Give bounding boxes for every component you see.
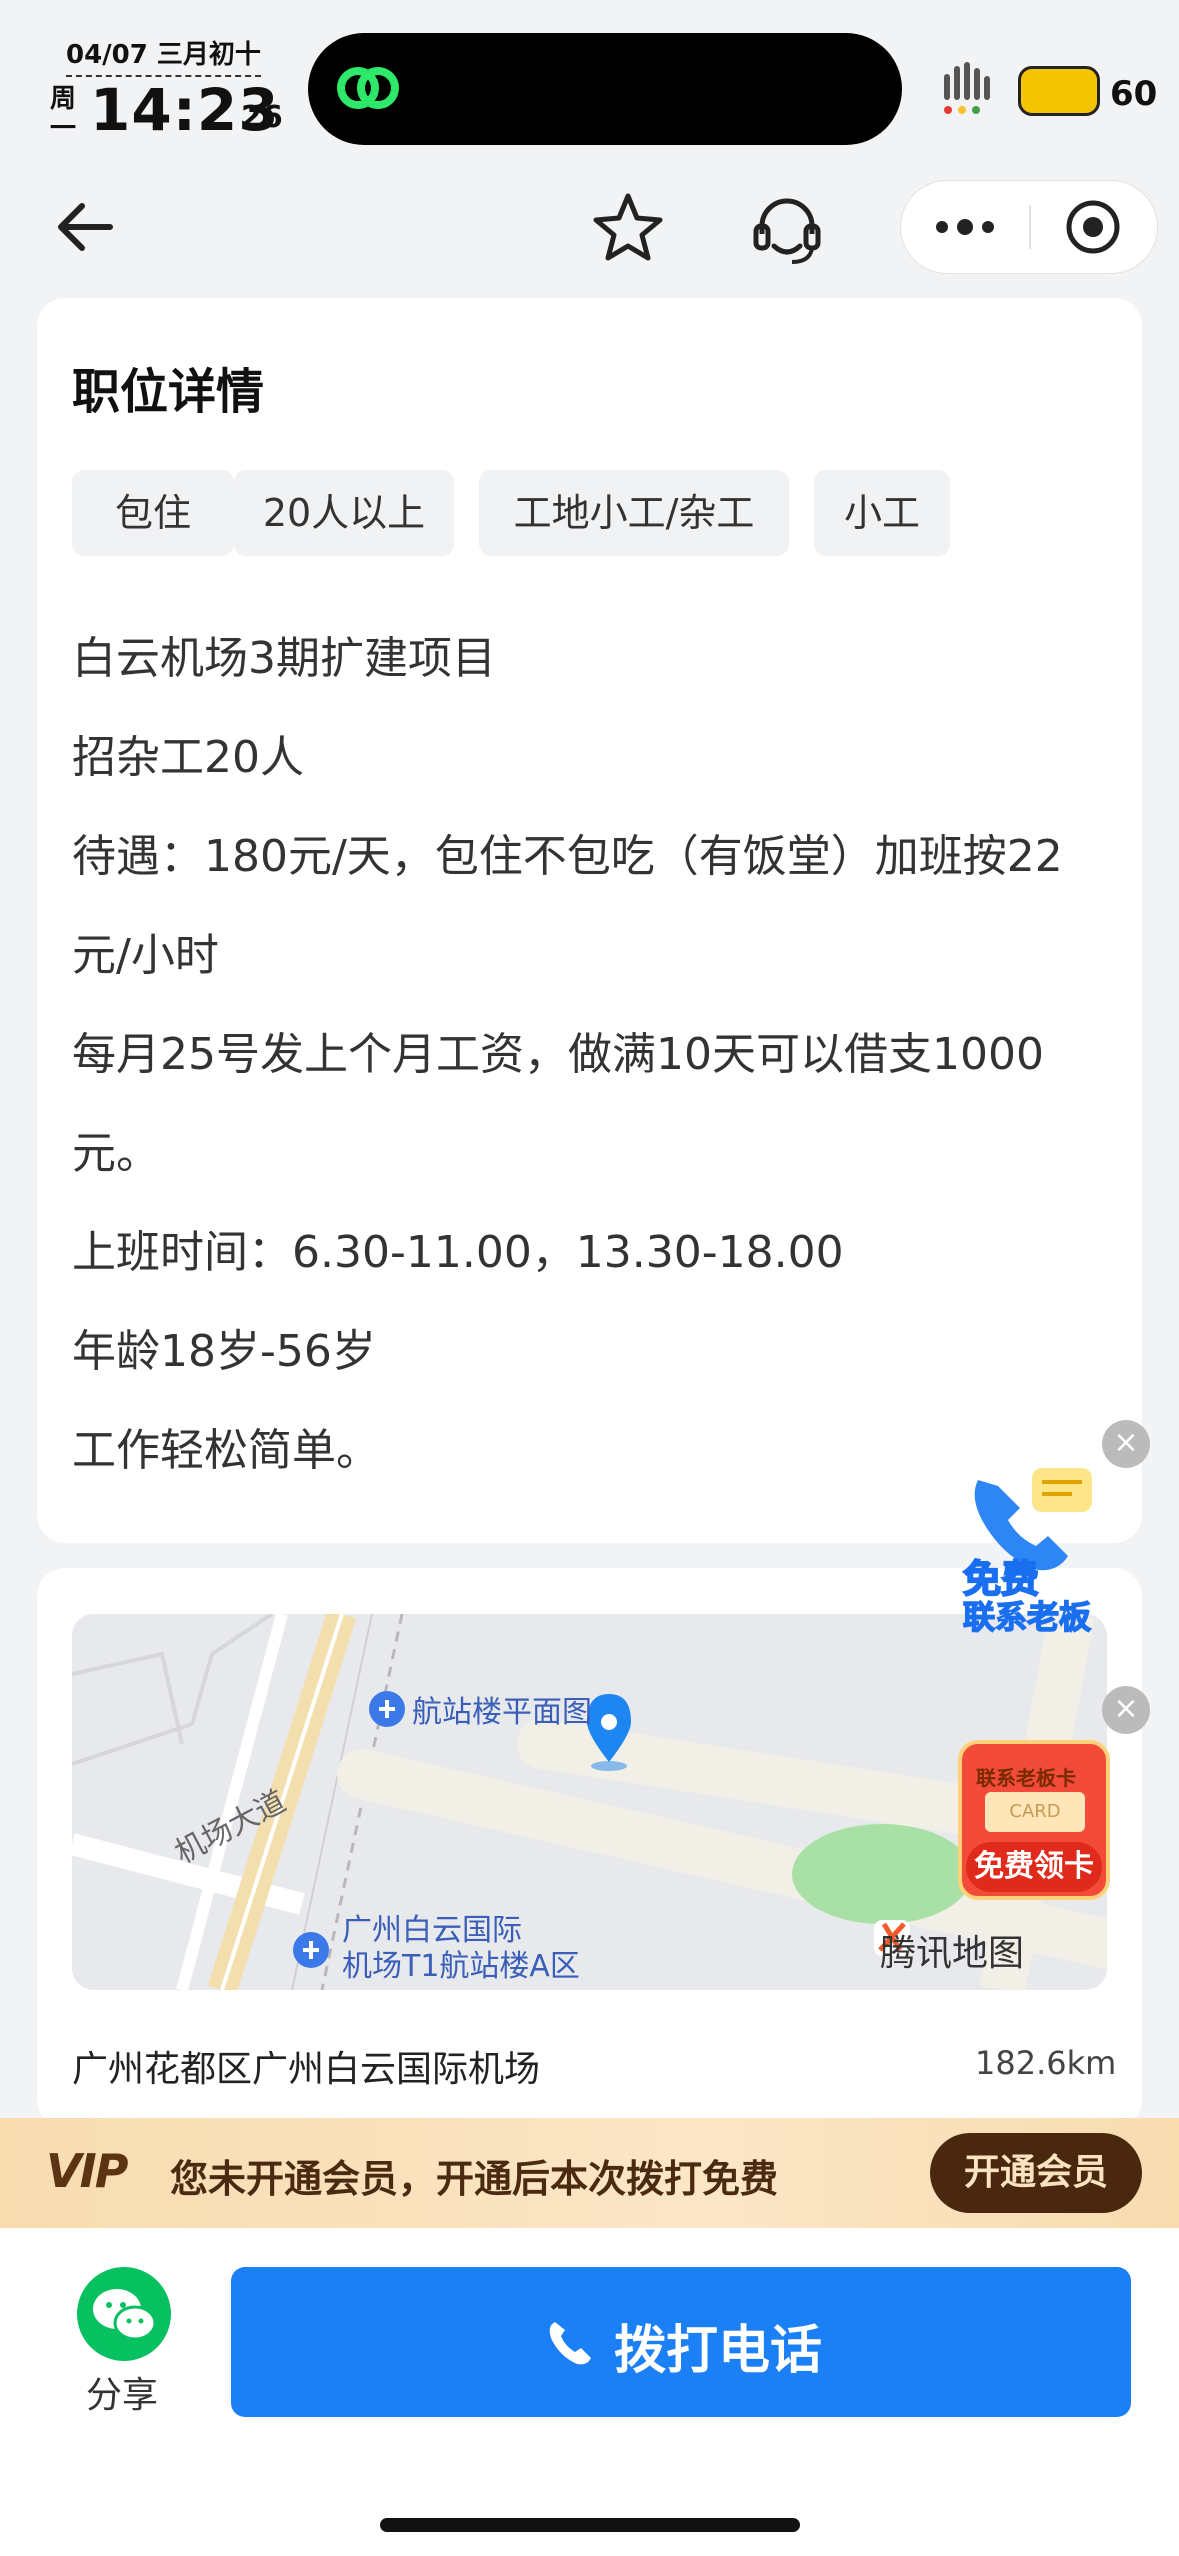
voice-signal-icon: [944, 62, 990, 114]
map-label-airport-name: 广州白云国际: [342, 1913, 522, 1948]
call-phone-label[interactable]: 拨打电话: [614, 2308, 822, 2383]
description-line: 白云机场3期扩建项目: [72, 633, 496, 684]
vip-message: 您未开通会员，开通后本次拨打免费: [170, 2157, 779, 2201]
favorite-star-icon[interactable]: [590, 190, 666, 266]
share-label[interactable]: 分享: [86, 2366, 158, 2418]
boss-card-image: CARD: [985, 1792, 1085, 1832]
map-label-terminal-a: 机场T1航站楼A区: [342, 1949, 580, 1984]
close-float-ad-icon[interactable]: ×: [1102, 1420, 1150, 1468]
status-date: 04/07 三月初十: [66, 34, 261, 77]
customer-service-icon[interactable]: [748, 190, 826, 268]
vip-logo: VIP: [46, 2144, 128, 2198]
link-app-icon: [337, 67, 399, 109]
tag-job-type: 工地小工/杂工: [479, 470, 789, 556]
job-address: 广州花都区广州白云国际机场: [72, 2049, 541, 2090]
map-label-terminal-plan: 航站楼平面图: [412, 1695, 592, 1730]
capsule-divider: [1029, 205, 1031, 249]
description-line: 上班时间：6.30-11.00，13.30-18.00: [72, 1227, 844, 1278]
boss-card-title: 联系老板卡: [976, 1766, 1076, 1790]
description-line: 元/小时: [72, 930, 219, 981]
home-indicator: [380, 2518, 800, 2532]
tag-headcount: 20人以上: [234, 470, 454, 556]
status-weekday: 周一: [50, 84, 77, 144]
wechat-share-icon[interactable]: [77, 2267, 171, 2361]
more-options-icon[interactable]: [930, 205, 1000, 249]
back-arrow-icon[interactable]: [50, 192, 120, 262]
tag-housing: 包住: [72, 470, 234, 556]
map-brand: 腾讯地图: [880, 1933, 1025, 1974]
description-line: 元。: [72, 1128, 160, 1179]
pet-widget-icon: [1018, 66, 1100, 116]
description-line: 待遇：180元/天，包住不包吃（有饭堂）加班按22: [72, 831, 1063, 882]
job-distance: 182.6km: [975, 2044, 1117, 2082]
phone-icon: [549, 2322, 591, 2365]
description-line: 年龄18岁-56岁: [72, 1326, 376, 1377]
free-card-button[interactable]: 免费领卡: [966, 1842, 1102, 1892]
close-miniprogram-icon[interactable]: [1064, 198, 1122, 256]
open-membership-button[interactable]: 开通会员: [930, 2133, 1142, 2213]
close-card-ad-icon[interactable]: ×: [1102, 1686, 1150, 1734]
tag-worker: 小工: [814, 470, 950, 556]
description-line: 招杂工20人: [72, 732, 304, 783]
description-line: 每月25号发上个月工资，做满10天可以借支1000: [72, 1029, 1044, 1080]
description-line: 工作轻松简单。: [72, 1425, 380, 1476]
section-title: 职位详情: [72, 364, 265, 420]
float-ad-subtitle[interactable]: 联系老板: [962, 1592, 1092, 1638]
battery-level: 60: [1110, 74, 1158, 114]
status-seconds: 26: [241, 100, 283, 135]
